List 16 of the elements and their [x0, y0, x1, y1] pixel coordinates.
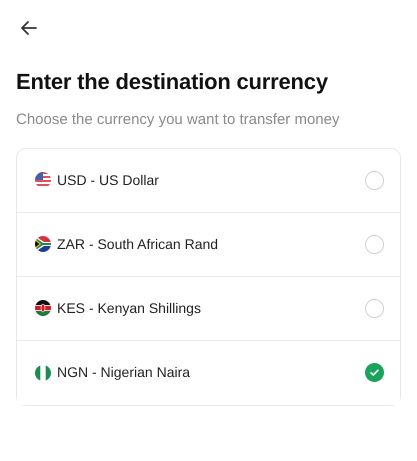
currency-label: NGN - Nigerian Naira — [57, 363, 192, 382]
currency-option[interactable]: ZAR - South African Rand — [17, 212, 400, 277]
radio-button[interactable] — [365, 170, 384, 190]
flag-icon — [35, 300, 51, 316]
currency-label: ZAR - South African Rand — [57, 234, 220, 254]
currency-label: KES - Kenyan Shillings — [57, 298, 202, 318]
radio-button[interactable] — [365, 234, 384, 254]
flag-icon — [35, 236, 51, 252]
flag-icon — [35, 172, 51, 188]
currency-label: USD - US Dollar — [57, 170, 160, 190]
currency-option[interactable]: USD - US Dollar — [17, 148, 400, 213]
checked-radio-icon[interactable] — [365, 363, 384, 382]
page-title: Enter the destination currency — [16, 69, 329, 96]
page-subtitle: Choose the currency you want to transfer money — [16, 110, 340, 130]
flag-icon — [35, 364, 51, 381]
radio-button[interactable] — [365, 298, 384, 318]
